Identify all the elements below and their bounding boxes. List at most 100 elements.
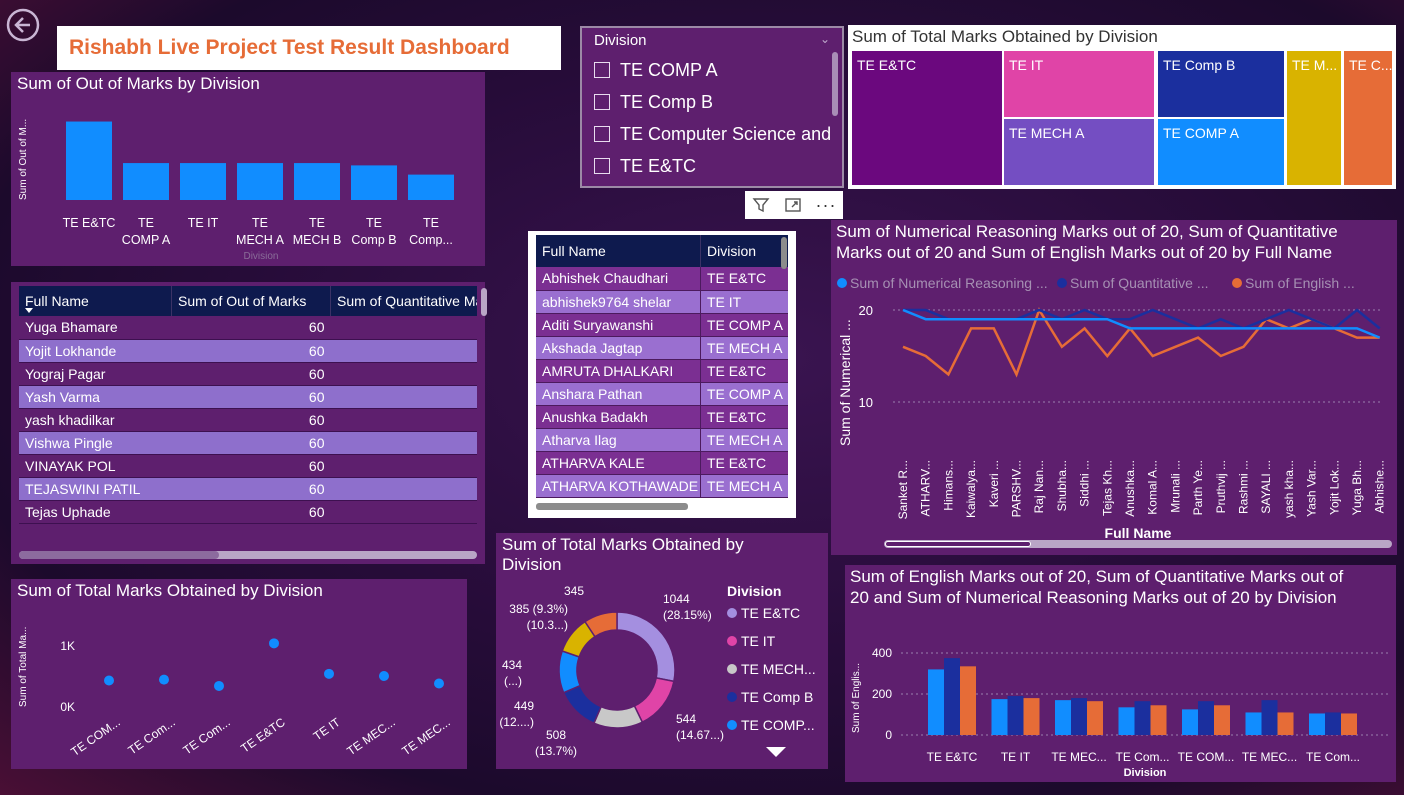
legend-item[interactable]: TE MECH... [727, 661, 827, 689]
bar[interactable] [1023, 698, 1040, 735]
scatter-point[interactable] [434, 678, 444, 689]
name-division-table[interactable]: Full Name Division Abhishek Chaudhari TE E&… [536, 235, 788, 499]
slicer-checkbox[interactable] [594, 94, 610, 110]
treemap-cell[interactable]: TE M... [1287, 51, 1341, 185]
bar[interactable] [351, 165, 397, 200]
bar[interactable] [408, 174, 454, 200]
column-header[interactable]: Full Name [536, 235, 701, 267]
slicer-scrollbar[interactable] [832, 52, 838, 116]
slicer-checkbox[interactable] [594, 62, 610, 78]
filter-icon[interactable] [745, 191, 777, 219]
table-row[interactable]: TEJASWINI PATIL 60 [19, 477, 477, 500]
bar[interactable] [1309, 713, 1325, 735]
donut-slice[interactable] [562, 684, 603, 725]
bar[interactable] [1214, 705, 1230, 735]
bar[interactable] [1261, 700, 1278, 735]
bar[interactable] [294, 163, 340, 200]
back-button[interactable] [6, 8, 40, 42]
slicer-item[interactable]: TE Comp B [594, 90, 832, 122]
more-options-icon[interactable]: ··· [809, 191, 843, 219]
table-row[interactable]: Yuga Bhamare 60 [19, 316, 477, 339]
table-row[interactable]: Tejas Uphade 60 [19, 500, 477, 523]
column-header[interactable]: Division [700, 235, 788, 267]
table-row[interactable]: Atharva Ilag TE MECH A [536, 428, 788, 451]
donut-slice[interactable] [616, 611, 676, 683]
bar[interactable] [1118, 707, 1135, 735]
legend-next-icon[interactable] [766, 747, 786, 757]
scatter-point[interactable] [379, 671, 389, 682]
bar[interactable] [1325, 712, 1341, 735]
bar[interactable] [1198, 701, 1214, 735]
line-chart[interactable]: 20 10 Sum of Numerical ... Sanket R... ATHAR… [831, 220, 1397, 555]
scatter-point[interactable] [324, 668, 334, 679]
table-row[interactable]: Yojit Lokhande 60 [19, 339, 477, 362]
focus-mode-icon[interactable] [777, 191, 809, 219]
scatter-point[interactable] [159, 674, 169, 685]
bar[interactable] [944, 658, 960, 735]
out-of-marks-chart[interactable]: TE E&TC TE COMP A TE IT TE MECH A TE MECH B TE Co… [11, 72, 485, 266]
treemap-cell[interactable]: TE E&TC [852, 51, 1002, 185]
bar[interactable] [1071, 698, 1087, 735]
treemap-cell[interactable]: TE IT [1004, 51, 1154, 117]
column-header[interactable]: Sum of Out of Marks [171, 286, 331, 316]
bar[interactable] [1341, 713, 1357, 735]
bar[interactable] [960, 666, 976, 735]
bar[interactable] [1245, 712, 1262, 735]
table-row[interactable]: ATHARVA KALE TE E&TC [536, 451, 788, 474]
table-row[interactable]: Yash Varma 60 [19, 385, 477, 408]
scatter-point[interactable] [104, 675, 114, 686]
treemap-cell[interactable]: TE MECH A [1004, 119, 1154, 185]
line-chart-hscroll-thumb[interactable] [885, 541, 1031, 547]
treemap-cell[interactable]: TE Comp B [1158, 51, 1284, 117]
bar[interactable] [123, 163, 169, 200]
name-table-hscroll[interactable] [536, 503, 688, 510]
marks-table[interactable]: Full Name Sum of Out of Marks Sum of Quant… [19, 286, 477, 536]
treemap-cell[interactable]: TE C... [1344, 51, 1392, 185]
donut-slice[interactable] [633, 676, 675, 724]
slicer-checkbox[interactable] [594, 126, 610, 142]
column-header[interactable]: Full Name [19, 286, 172, 316]
scatter-point[interactable] [214, 680, 224, 691]
table-row[interactable]: Anushka Badakh TE E&TC [536, 405, 788, 428]
legend-item[interactable]: TE E&TC [727, 605, 827, 633]
slicer-collapse-icon[interactable]: ⌄ [820, 32, 830, 46]
table-row[interactable]: abhishek9764 shelar TE IT [536, 290, 788, 313]
bar[interactable] [180, 163, 226, 200]
bar[interactable] [1087, 701, 1103, 735]
bar[interactable] [1277, 712, 1294, 735]
table-row[interactable]: Aditi Suryawanshi TE COMP A [536, 313, 788, 336]
slicer-item[interactable]: TE COMP A [594, 58, 832, 90]
bar[interactable] [1134, 701, 1151, 735]
bar[interactable] [928, 669, 944, 735]
division-slicer[interactable]: Division ⌄ TE COMP A TE Comp B TE Computer… [580, 26, 844, 188]
bar[interactable] [66, 121, 112, 200]
total-marks-scatter-chart[interactable]: 1K0KSum of Total Ma...TE COM... TE Com...… [11, 579, 467, 769]
column-header[interactable]: Sum of Quantitative Ma [330, 286, 477, 316]
table-hscroll-track[interactable] [19, 551, 477, 559]
bar[interactable] [1150, 705, 1167, 735]
table-row[interactable]: Akshada Jagtap TE MECH A [536, 336, 788, 359]
table-row[interactable]: ATHARVA KOTHAWADE TE MECH A [536, 474, 788, 497]
line-chart-hscroll[interactable] [884, 540, 1392, 548]
slicer-item[interactable]: TE E&TC [594, 154, 832, 186]
table-row[interactable]: VINAYAK POL 60 [19, 454, 477, 477]
treemap-cell[interactable]: TE COMP A [1158, 119, 1284, 185]
table-row[interactable]: Anshara Pathan TE COMP A [536, 382, 788, 405]
bar[interactable] [991, 699, 1008, 735]
donut-slice[interactable] [558, 650, 582, 694]
donut-slice[interactable] [592, 704, 644, 729]
table-row[interactable]: Abhishek Chaudhari TE E&TC [536, 267, 788, 290]
scatter-point[interactable] [269, 638, 279, 649]
bar[interactable] [1182, 709, 1198, 735]
table-row[interactable]: Yograj Pagar 60 [19, 362, 477, 385]
bar[interactable] [1055, 700, 1071, 735]
legend-item[interactable]: TE COMP... [727, 717, 827, 745]
table-hscroll-thumb[interactable] [19, 551, 219, 559]
table-vscroll[interactable] [481, 288, 487, 316]
table-row[interactable]: Vishwa Pingle 60 [19, 431, 477, 454]
legend-item[interactable]: TE IT [727, 633, 827, 661]
bar[interactable] [1007, 696, 1024, 735]
treemap-chart[interactable]: TE E&TC TE IT TE Comp B TE M... TE C... TE ME… [852, 51, 1392, 185]
slicer-checkbox[interactable] [594, 158, 610, 174]
name-table-vscroll-thumb[interactable] [781, 237, 787, 269]
